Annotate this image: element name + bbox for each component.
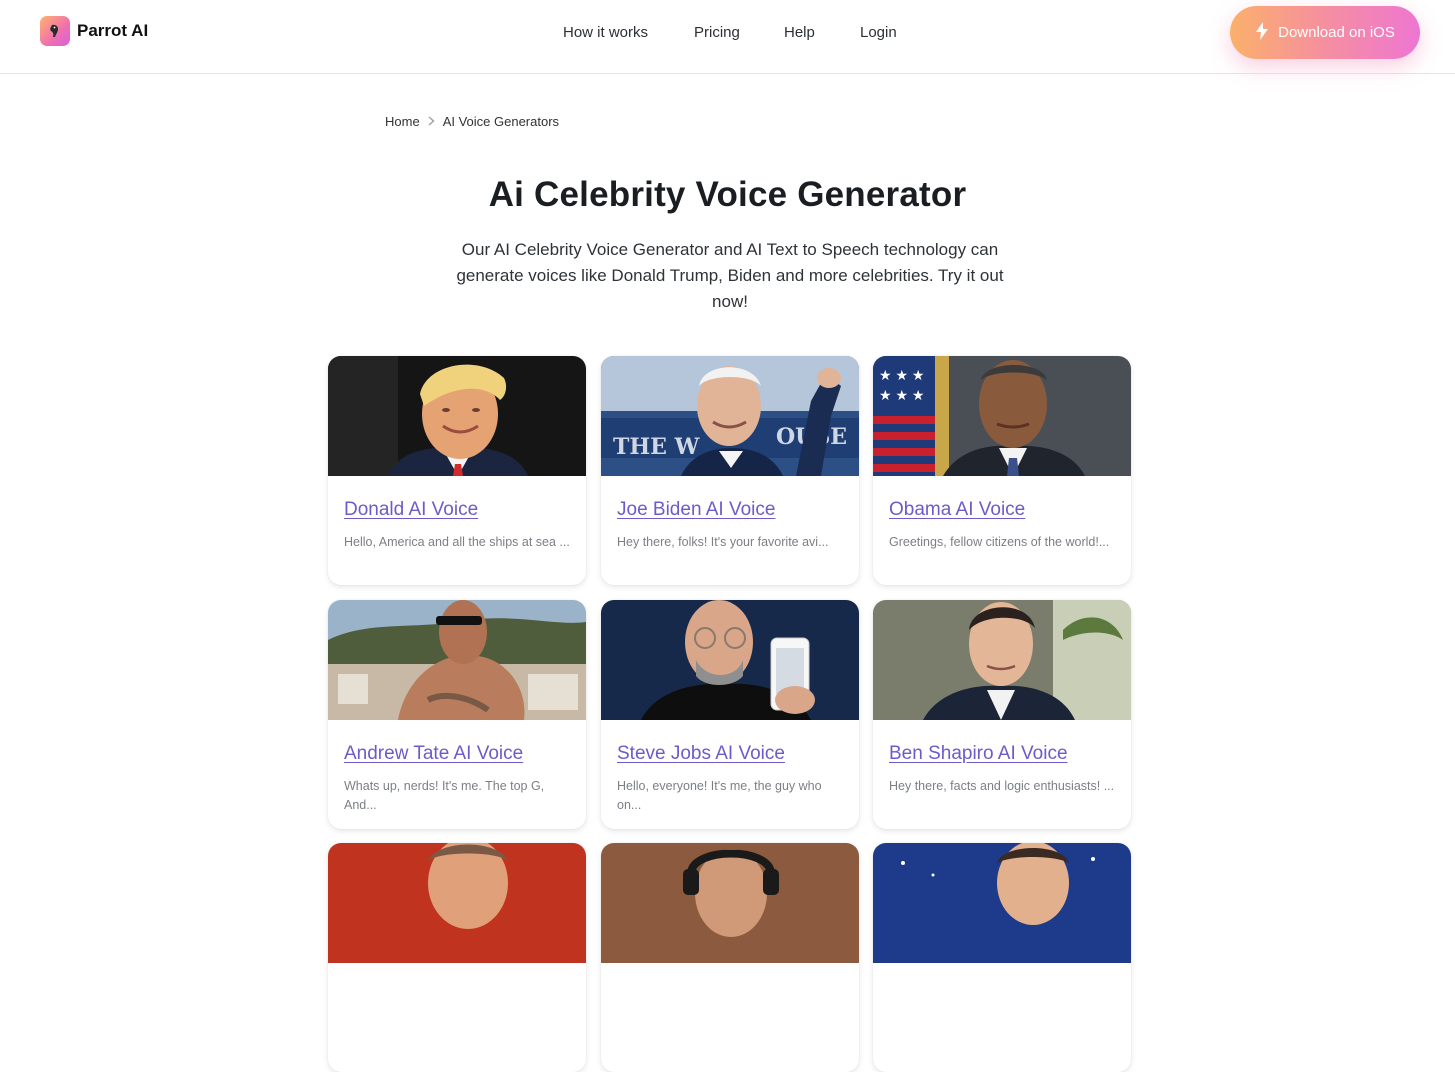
nav-how-it-works[interactable]: How it works xyxy=(563,24,648,41)
page-title: Ai Celebrity Voice Generator xyxy=(488,175,967,214)
voice-card-obama[interactable]: ★ ★ ★ ★ ★ ★ Obama AI Voice Greetings, fe… xyxy=(873,356,1131,585)
andrew-tate-portrait-image xyxy=(328,600,586,720)
donald-portrait-image xyxy=(328,356,586,476)
steve-jobs-portrait-image xyxy=(601,600,859,720)
page-subtitle: Our AI Celebrity Voice Generator and AI … xyxy=(456,240,1004,311)
svg-text:THE W: THE W xyxy=(613,434,700,460)
card-description: Whats up, nerds! It's me. The top G, And… xyxy=(344,779,545,812)
breadcrumb-home[interactable]: Home xyxy=(385,114,420,129)
portrait-image xyxy=(328,843,586,963)
voice-card-ben-shapiro[interactable]: Ben Shapiro AI Voice Hey there, facts an… xyxy=(873,600,1131,829)
site-header: Parrot AI How it works Pricing Help Logi… xyxy=(0,0,1455,74)
obama-portrait-image: ★ ★ ★ ★ ★ ★ xyxy=(873,356,1131,476)
download-ios-button[interactable]: Download on iOS xyxy=(1230,6,1420,59)
voice-card-andrew-tate[interactable]: Andrew Tate AI Voice Whats up, nerds! It… xyxy=(328,600,586,829)
voice-card-joe-biden[interactable]: THE W OUSE Joe Biden AI Voice Hey there,… xyxy=(601,356,859,585)
card-title-link[interactable]: Obama AI Voice xyxy=(889,499,1025,521)
nav-pricing[interactable]: Pricing xyxy=(694,24,740,41)
svg-text:★ ★ ★: ★ ★ ★ xyxy=(879,367,924,383)
chevron-right-icon xyxy=(428,115,435,129)
voice-card[interactable] xyxy=(601,843,859,1072)
card-description: Greetings, fellow citizens of the world!… xyxy=(889,535,1110,549)
voice-card-donald[interactable]: Donald AI Voice Hello, America and all t… xyxy=(328,356,586,585)
breadcrumb: Home AI Voice Generators xyxy=(385,114,559,129)
card-description: Hey there, folks! It's your favorite avi… xyxy=(617,535,829,549)
card-title-link[interactable]: Ben Shapiro AI Voice xyxy=(889,743,1068,765)
card-description: Hey there, facts and logic enthusiasts! … xyxy=(889,779,1115,793)
card-description: Hello, everyone! It's me, the guy who on… xyxy=(617,779,822,812)
card-title-link[interactable]: Steve Jobs AI Voice xyxy=(617,743,785,765)
biden-portrait-image: THE W OUSE xyxy=(601,356,859,476)
breadcrumb-current: AI Voice Generators xyxy=(442,114,560,129)
voice-card[interactable] xyxy=(328,843,586,1072)
voice-card-steve-jobs[interactable]: Steve Jobs AI Voice Hello, everyone! It'… xyxy=(601,600,859,829)
svg-text:★ ★ ★: ★ ★ ★ xyxy=(879,387,924,403)
card-title-link[interactable]: Donald AI Voice xyxy=(344,499,478,521)
portrait-image xyxy=(601,843,859,963)
card-title-link[interactable]: Andrew Tate AI Voice xyxy=(344,743,523,765)
voice-card[interactable] xyxy=(873,843,1131,1072)
lightning-icon xyxy=(1255,21,1269,44)
card-description: Hello, America and all the ships at sea … xyxy=(344,535,570,549)
card-title-link[interactable]: Joe Biden AI Voice xyxy=(617,499,775,521)
download-ios-label: Download on iOS xyxy=(1278,24,1395,41)
ben-shapiro-portrait-image xyxy=(873,600,1131,720)
portrait-image xyxy=(873,843,1131,963)
nav-login[interactable]: Login xyxy=(860,24,897,41)
nav-help[interactable]: Help xyxy=(784,24,815,41)
